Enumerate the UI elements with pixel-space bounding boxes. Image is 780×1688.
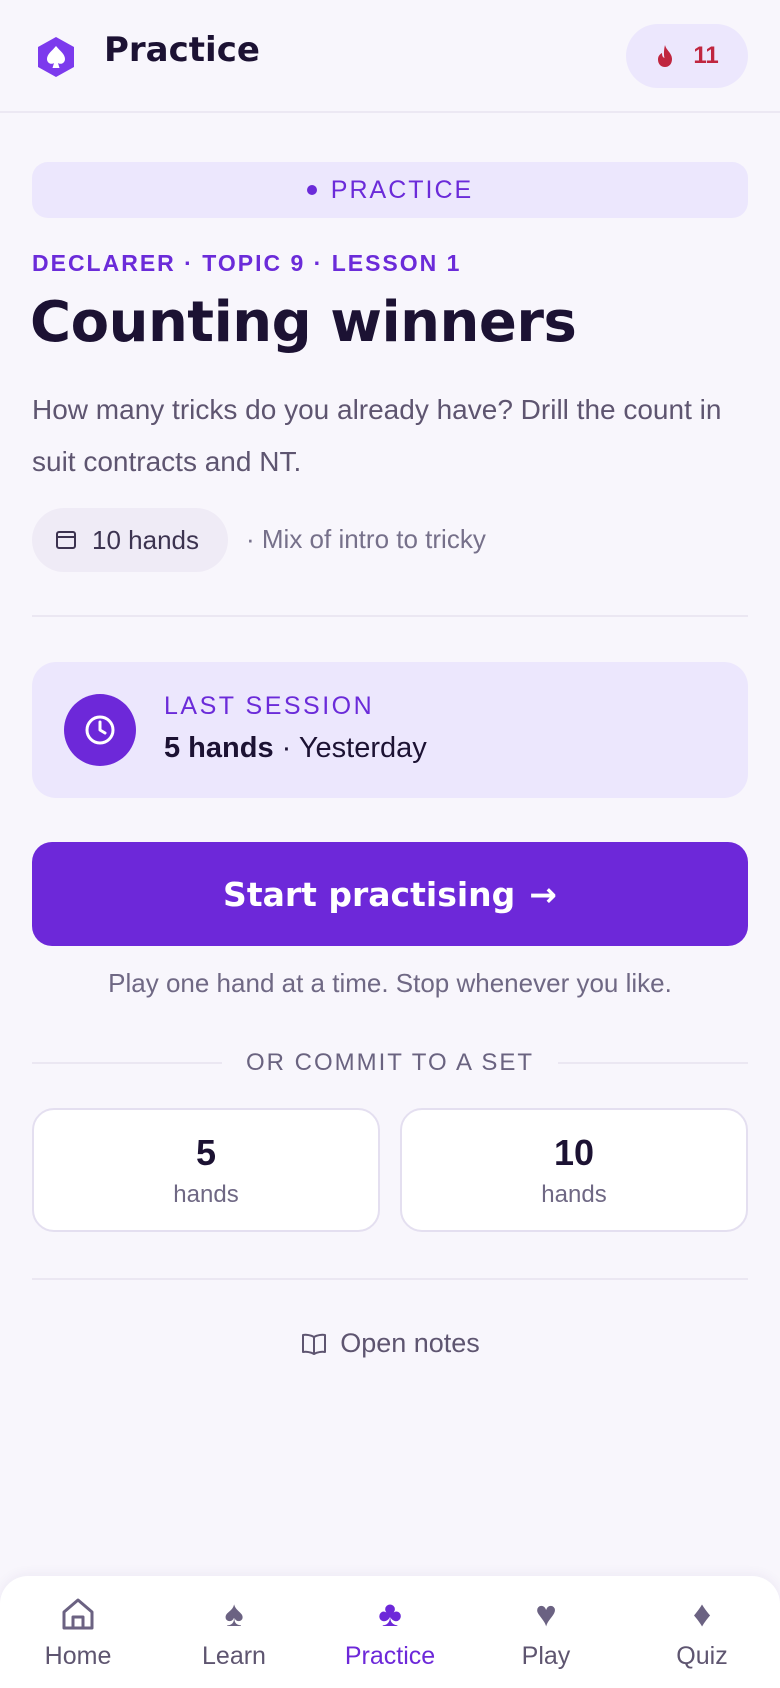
tab-label: Learn: [202, 1642, 266, 1670]
flame-icon: [658, 45, 673, 67]
divider: [32, 1278, 748, 1280]
set-count: 10: [553, 1132, 595, 1173]
book-icon: [302, 1333, 327, 1355]
set-count: 5: [195, 1132, 217, 1173]
hands-count-label: 10 hands: [92, 524, 199, 555]
dot-icon: [306, 185, 317, 195]
home-icon: [58, 1592, 98, 1636]
lesson-title: Counting winners: [30, 290, 577, 355]
tab-practice[interactable]: ♣ Practice: [312, 1576, 468, 1688]
hands-count-chip: 10 hands: [32, 508, 228, 572]
tab-label: Quiz: [676, 1642, 728, 1670]
arrow-right-icon: →: [529, 874, 557, 914]
last-session-card: LAST SESSION 5 hands · Yesterday: [32, 662, 748, 798]
lesson-description: How many tricks do you already have? Dri…: [32, 394, 722, 477]
streak-badge[interactable]: 11: [626, 24, 748, 88]
last-session-label: LAST SESSION: [164, 692, 375, 720]
spade-icon: ♠: [224, 1593, 244, 1634]
difficulty-note: · Mix of intro to tricky: [246, 524, 486, 554]
diamond-icon: ♦: [692, 1593, 712, 1634]
set-unit: hands: [173, 1181, 239, 1208]
tab-label: Practice: [344, 1642, 436, 1670]
cards-icon: [56, 531, 76, 549]
spade-hexagon-logo[interactable]: [34, 35, 78, 79]
tab-play[interactable]: ♥ Play: [468, 1576, 624, 1688]
page-title: Practice: [104, 30, 260, 70]
mode-badge: PRACTICE: [32, 162, 748, 218]
open-notes-label: Open notes: [340, 1328, 480, 1358]
streak-count: 11: [693, 42, 719, 69]
tab-label: Home: [44, 1642, 112, 1670]
start-practising-button[interactable]: Start practising →: [32, 842, 748, 946]
tab-home[interactable]: Home: [0, 1576, 156, 1688]
club-icon: ♣: [378, 1593, 402, 1634]
divider-line: [32, 1062, 222, 1064]
set-5-hands-button[interactable]: 5 hands: [32, 1108, 380, 1232]
app-header: Practice 11: [0, 0, 780, 113]
set-10-hands-button[interactable]: 10 hands: [400, 1108, 748, 1232]
set-divider: OR COMMIT TO A SET: [32, 1046, 749, 1080]
tab-label: Play: [521, 1642, 571, 1670]
start-practising-label: Start practising: [223, 874, 516, 914]
lesson-breadcrumb: DECLARER · TOPIC 9 · LESSON 1: [32, 250, 462, 276]
divider-line: [558, 1062, 749, 1064]
bottom-tab-bar: Home ♠ Learn ♣ Practice ♥ Play ♦ Quiz: [0, 1576, 780, 1688]
open-notes-link[interactable]: Open notes: [0, 1328, 780, 1359]
set-heading: OR COMMIT TO A SET: [245, 1049, 535, 1076]
heart-icon: ♥: [535, 1593, 557, 1634]
last-session-hands: 5 hands: [164, 732, 274, 764]
set-unit: hands: [541, 1181, 607, 1208]
divider: [32, 615, 748, 617]
last-session-value: 5 hands · Yesterday: [164, 732, 427, 765]
tab-learn[interactable]: ♠ Learn: [156, 1576, 312, 1688]
tab-quiz[interactable]: ♦ Quiz: [624, 1576, 780, 1688]
mode-badge-label: PRACTICE: [330, 175, 474, 204]
clock-icon: [64, 694, 136, 766]
last-session-when: · Yesterday: [281, 732, 427, 764]
cta-hint: Play one hand at a time. Stop whenever y…: [108, 968, 672, 998]
